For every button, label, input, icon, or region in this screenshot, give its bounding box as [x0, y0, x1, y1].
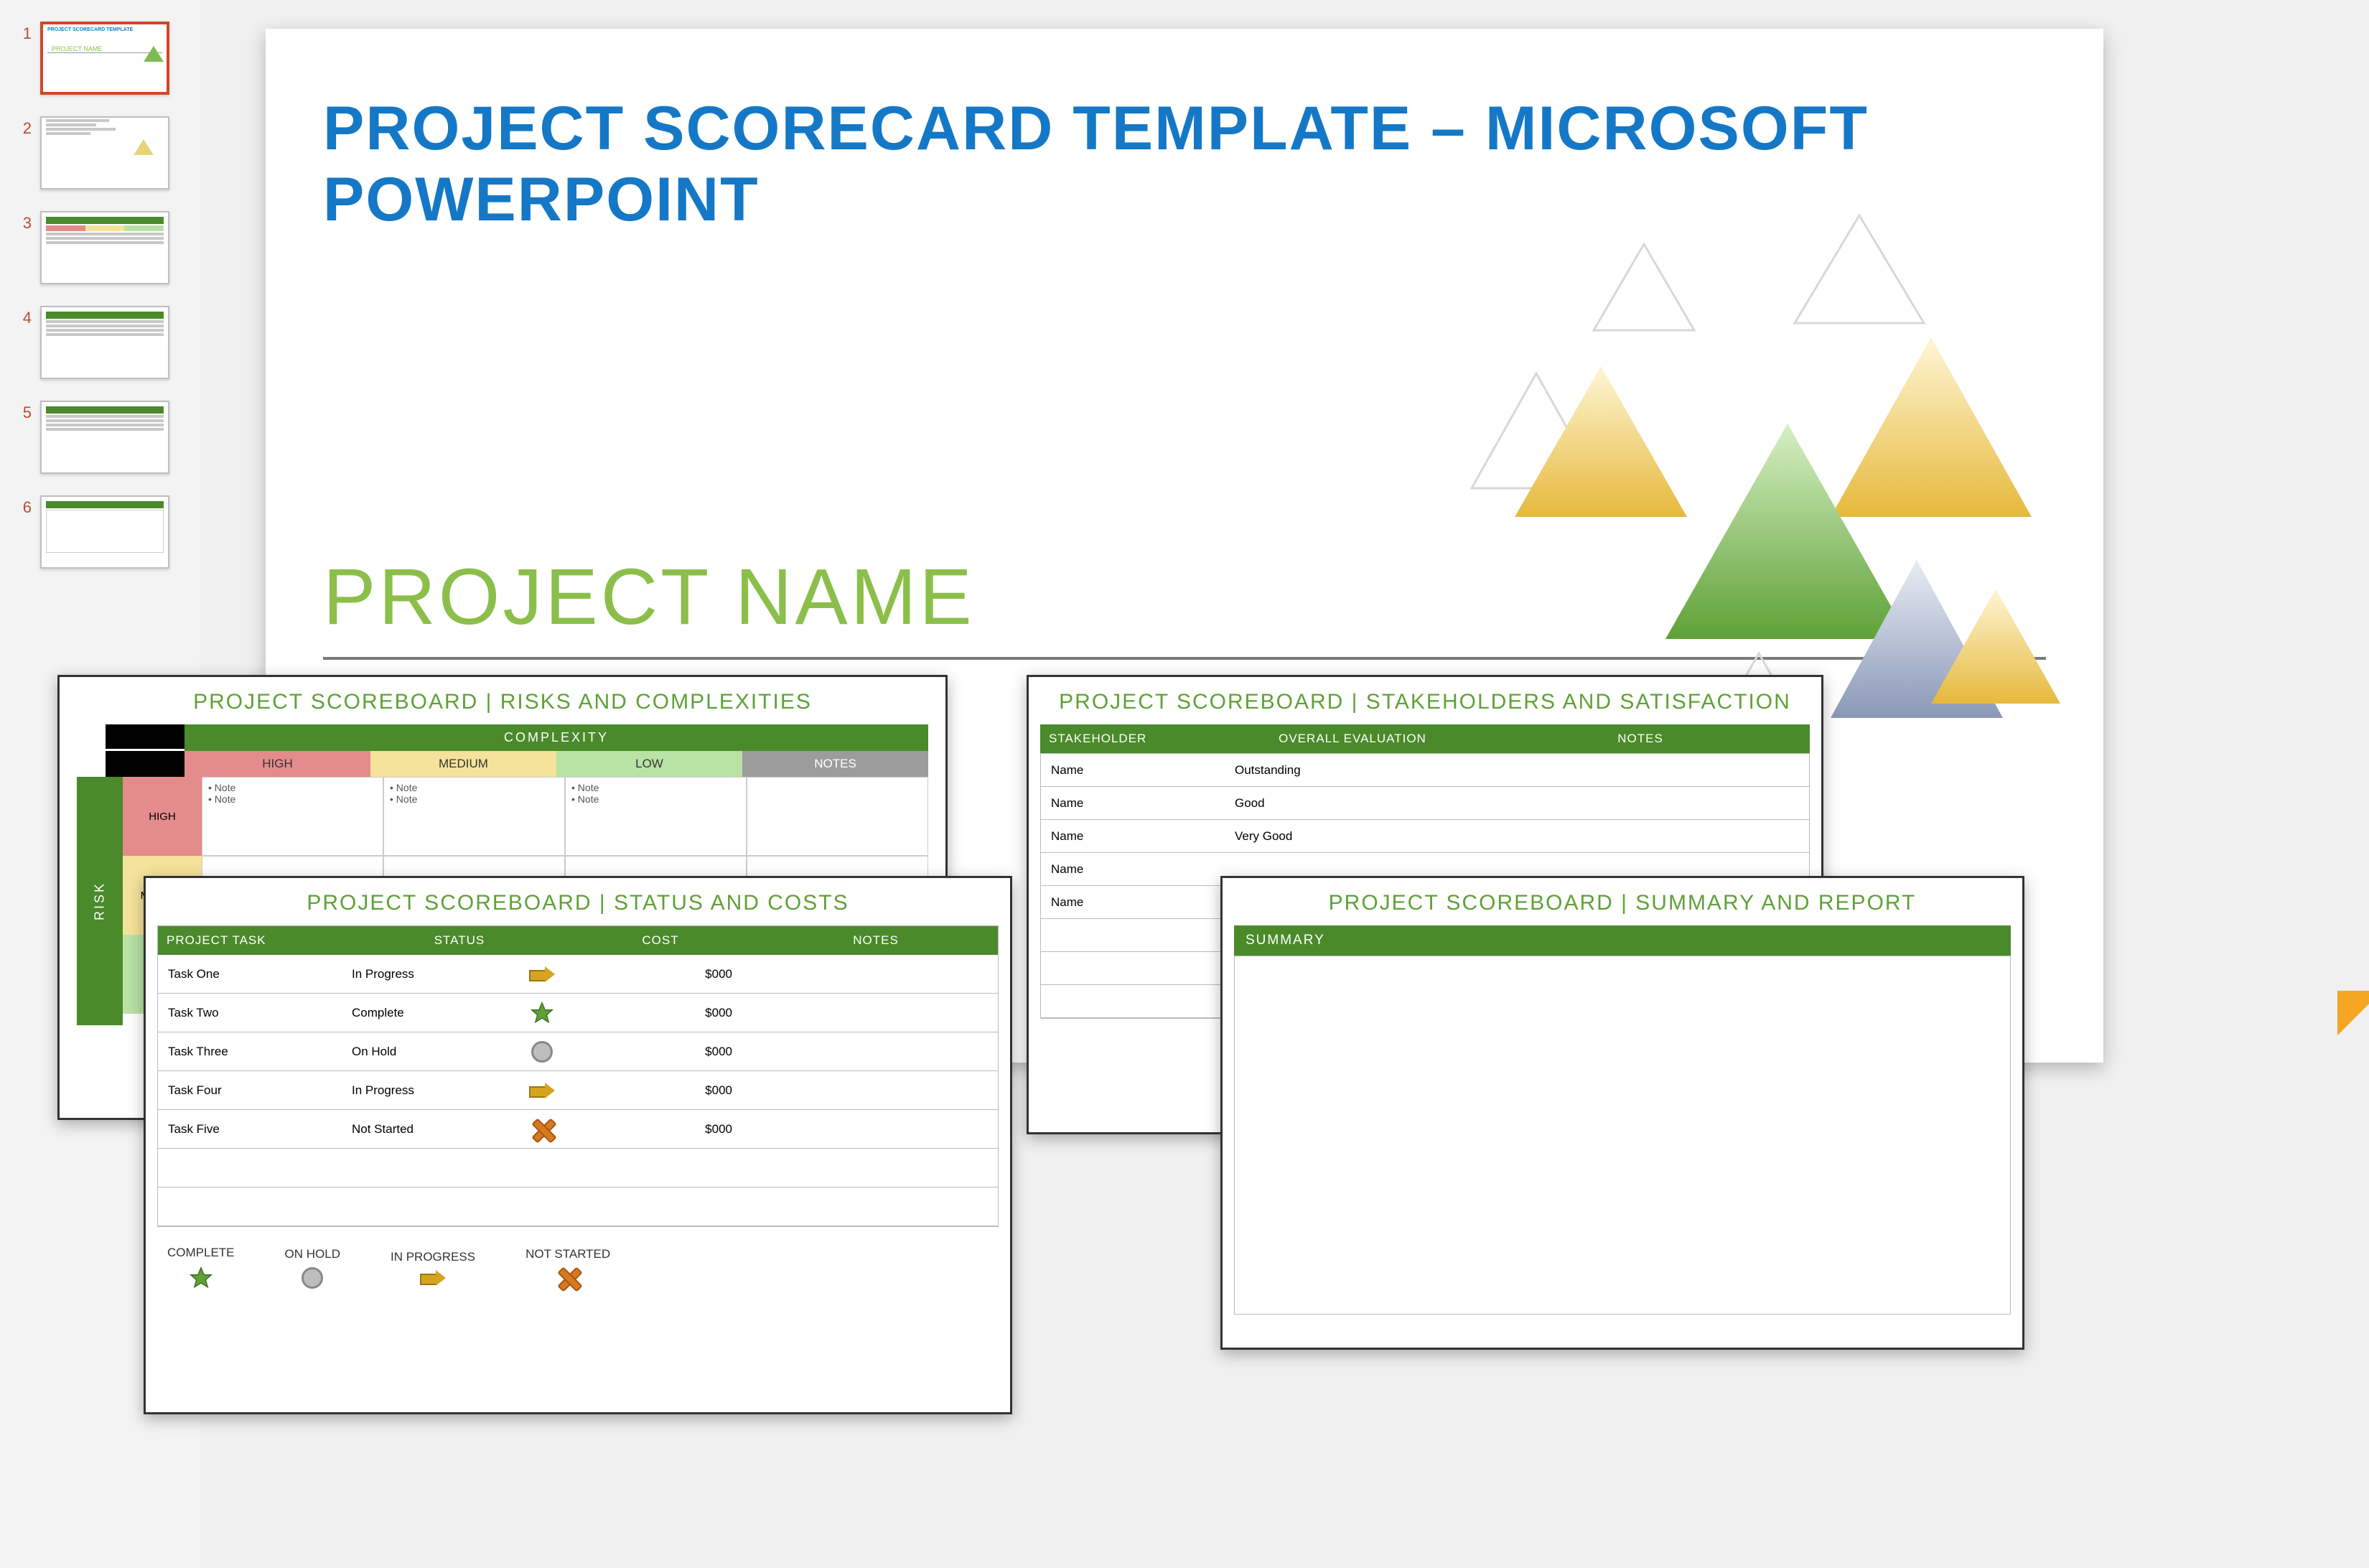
card-title: PROJECT SCOREBOARD | SUMMARY AND REPORT [1223, 878, 2022, 925]
task-name: Task Two [158, 1006, 352, 1020]
preview-card-status[interactable]: PROJECT SCOREBOARD | STATUS AND COSTS PR… [144, 876, 1012, 1414]
task-cost: $000 [567, 1122, 754, 1137]
card-title: PROJECT SCOREBOARD | RISKS AND COMPLEXIT… [60, 677, 945, 724]
task-status: In Progress [352, 967, 517, 981]
orange-accent [2337, 991, 2369, 1048]
col-high: HIGH [184, 751, 370, 777]
complexity-header: COMPLEXITY [184, 724, 928, 751]
summary-header: SUMMARY [1234, 925, 2011, 956]
stakeholder-name: Name [1041, 829, 1235, 844]
thumb-number: 4 [14, 306, 32, 327]
preview-card-summary[interactable]: PROJECT SCOREBOARD | SUMMARY AND REPORT … [1220, 876, 2024, 1350]
slide-thumbnail-3[interactable] [40, 211, 169, 284]
status-row[interactable]: Task OneIn Progress $000 [158, 955, 998, 994]
card-title: PROJECT SCOREBOARD | STATUS AND COSTS [146, 878, 1010, 925]
status-legend: COMPLETE ON HOLD IN PROGRESS NOT STARTED [146, 1227, 1010, 1309]
thumb-number: 2 [14, 116, 32, 138]
stakeholder-eval: Outstanding [1235, 763, 1472, 778]
stakeholder-row[interactable]: NameOutstanding [1041, 754, 1809, 787]
x-icon [531, 1119, 553, 1140]
stakeholder-row[interactable]: NameGood [1041, 787, 1809, 820]
summary-body[interactable] [1234, 956, 2011, 1315]
circle-icon [302, 1267, 323, 1289]
stakeholder-name: Name [1041, 862, 1235, 877]
status-row[interactable]: Task ThreeOn Hold $000 [158, 1032, 998, 1071]
task-name: Task Five [158, 1122, 352, 1137]
task-status: Not Started [352, 1122, 517, 1137]
task-cost: $000 [567, 1045, 754, 1059]
card-title: PROJECT SCOREBOARD | STAKEHOLDERS AND SA… [1029, 677, 1821, 724]
status-header-row: PROJECT TASK STATUS COST NOTES [158, 926, 998, 955]
star-icon [530, 1001, 554, 1025]
col-low: LOW [556, 751, 742, 777]
task-cost: $000 [567, 967, 754, 981]
task-cost: $000 [567, 1006, 754, 1020]
status-row[interactable]: Task FourIn Progress $000 [158, 1071, 998, 1110]
stakeholder-name: Name [1041, 763, 1235, 778]
status-row[interactable]: Task TwoComplete $000 [158, 994, 998, 1032]
risk-cell[interactable] [747, 777, 928, 856]
stakeholder-eval: Very Good [1235, 829, 1472, 844]
circle-icon [531, 1041, 553, 1063]
task-status: In Progress [352, 1083, 517, 1098]
row-high: HIGH [123, 777, 202, 856]
status-row-empty[interactable] [158, 1149, 998, 1187]
task-cost: $000 [567, 1083, 754, 1098]
arrow-icon [529, 966, 555, 982]
thumb-number: 3 [14, 211, 32, 233]
arrow-icon [420, 1270, 446, 1286]
risk-cell[interactable]: • Note• Note [565, 777, 747, 856]
slide-thumbnail-6[interactable] [40, 495, 169, 569]
task-name: Task Four [158, 1083, 352, 1098]
arrow-icon [529, 1083, 555, 1098]
risk-axis-label: RISK [77, 777, 123, 1025]
stakeholder-eval: Good [1235, 796, 1472, 811]
slide-thumbnail-2[interactable] [40, 116, 169, 190]
status-row[interactable]: Task FiveNot Started $000 [158, 1110, 998, 1149]
x-icon [557, 1267, 579, 1289]
slide-thumbnail-5[interactable] [40, 401, 169, 474]
task-name: Task One [158, 967, 352, 981]
task-name: Task Three [158, 1045, 352, 1059]
stake-header-row: STAKEHOLDER OVERALL EVALUATION NOTES [1040, 724, 1810, 753]
risk-cell[interactable]: • Note• Note [383, 777, 565, 856]
stakeholder-row[interactable]: NameVery Good [1041, 820, 1809, 853]
black-corner [106, 724, 184, 749]
star-icon [189, 1266, 213, 1290]
risk-cell[interactable]: • Note• Note [202, 777, 383, 856]
status-row-empty[interactable] [158, 1187, 998, 1226]
slide-thumbnail-4[interactable] [40, 306, 169, 379]
task-status: On Hold [352, 1045, 517, 1059]
thumb-number: 6 [14, 495, 32, 517]
task-status: Complete [352, 1006, 517, 1020]
thumb-number: 1 [14, 22, 32, 43]
slide-thumbnail-1[interactable]: PROJECT SCORECARD TEMPLATE PROJECT NAME [40, 22, 169, 95]
stakeholder-name: Name [1041, 895, 1235, 910]
col-notes: NOTES [742, 751, 928, 777]
stakeholder-name: Name [1041, 796, 1235, 811]
col-medium: MEDIUM [370, 751, 556, 777]
thumb-number: 5 [14, 401, 32, 422]
